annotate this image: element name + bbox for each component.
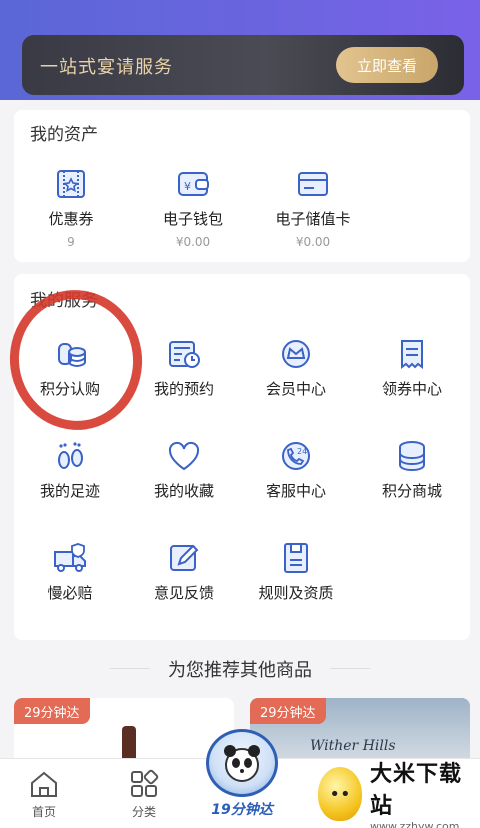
- service-feedback[interactable]: 意见反馈: [148, 540, 220, 603]
- asset-value: ¥0.00: [295, 235, 331, 249]
- asset-stored-value-card[interactable]: 电子储值卡 ¥0.00: [258, 166, 368, 249]
- asset-label: 电子储值卡: [275, 210, 351, 228]
- service-label: 慢必赔: [47, 584, 93, 602]
- watermark: •• 大米下载站 www.zzhyw.com: [312, 760, 480, 828]
- service-label: 客服中心: [265, 482, 326, 500]
- svg-text:¥: ¥: [184, 180, 191, 193]
- service-label: 我的收藏: [153, 482, 214, 500]
- watermark-url: www.zzhyw.com: [370, 819, 460, 828]
- asset-coupon[interactable]: 优惠券 9: [36, 166, 106, 249]
- service-label: 领券中心: [381, 380, 442, 398]
- document-icon: [276, 540, 316, 576]
- mascot-egg-icon: ••: [318, 767, 362, 821]
- coupon-center-icon: [392, 336, 432, 372]
- card-icon: [293, 166, 333, 202]
- service-customer-service[interactable]: 24 客服中心: [260, 438, 332, 501]
- delivery-tag: 29分钟达: [14, 698, 90, 724]
- banquet-service-banner[interactable]: 一站式宴请服务 立即查看: [22, 35, 464, 95]
- service-footprint[interactable]: 我的足迹: [34, 438, 106, 501]
- recommend-title: 为您推荐其他商品: [0, 656, 480, 682]
- view-now-button[interactable]: 立即查看: [336, 47, 438, 83]
- service-rules-qualification[interactable]: 规则及资质: [256, 540, 336, 603]
- watermark-name: 大米下载站: [370, 761, 463, 819]
- edit-icon: [164, 540, 204, 576]
- service-label: 会员中心: [265, 380, 326, 398]
- footprint-icon: [50, 438, 90, 474]
- member-crown-icon: [276, 336, 316, 372]
- home-icon: [31, 771, 57, 797]
- service-points-mall[interactable]: 积分商城: [376, 438, 448, 501]
- service-slow-compensation[interactable]: 慢必赔: [34, 540, 106, 603]
- service-label: 规则及资质: [258, 584, 334, 602]
- asset-label: 优惠券: [48, 210, 94, 228]
- service-member-center[interactable]: 会员中心: [260, 336, 332, 399]
- assets-title: 我的资产: [30, 125, 98, 145]
- asset-value: ¥0.00: [175, 235, 211, 249]
- service-reservation[interactable]: 我的预约: [148, 336, 220, 399]
- delivery-truck-icon: [50, 540, 90, 576]
- service-label: 我的预约: [153, 380, 214, 398]
- tab-label: 分类: [131, 805, 156, 819]
- service-label: 积分商城: [381, 482, 442, 500]
- assets-card: 我的资产 优惠券 9 ¥ 电子钱包 ¥0.00 电子储值卡 ¥0.00: [14, 110, 470, 262]
- heart-icon: [164, 438, 204, 474]
- service-coupon-center[interactable]: 领券中心: [376, 336, 448, 399]
- coins-stack-icon: [392, 438, 432, 474]
- asset-label: 电子钱包: [162, 210, 223, 228]
- tab-category[interactable]: 分类: [128, 769, 160, 820]
- delivery-tag: 29分钟达: [250, 698, 326, 724]
- phone-24-icon: 24: [276, 438, 316, 474]
- tab-label: 19分钟达: [211, 802, 273, 818]
- service-favorites[interactable]: 我的收藏: [148, 438, 220, 501]
- asset-value: 9: [67, 235, 75, 249]
- svg-text:24: 24: [297, 447, 307, 456]
- banner-title: 一站式宴请服务: [40, 57, 173, 78]
- tab-home[interactable]: 首页: [28, 769, 60, 820]
- tab-label: 首页: [31, 805, 56, 819]
- category-icon: [131, 769, 159, 797]
- wallet-icon: ¥: [173, 166, 213, 202]
- coupon-icon: [51, 166, 91, 202]
- product-brand-text: Wither Hills: [310, 738, 396, 754]
- service-label: 意见反馈: [153, 584, 214, 602]
- tab-fast-delivery[interactable]: 19分钟达: [200, 729, 284, 825]
- panda-mascot-icon: [206, 729, 278, 797]
- reservation-icon: [164, 336, 204, 372]
- asset-wallet[interactable]: ¥ 电子钱包 ¥0.00: [148, 166, 238, 249]
- service-label: 我的足迹: [39, 482, 100, 500]
